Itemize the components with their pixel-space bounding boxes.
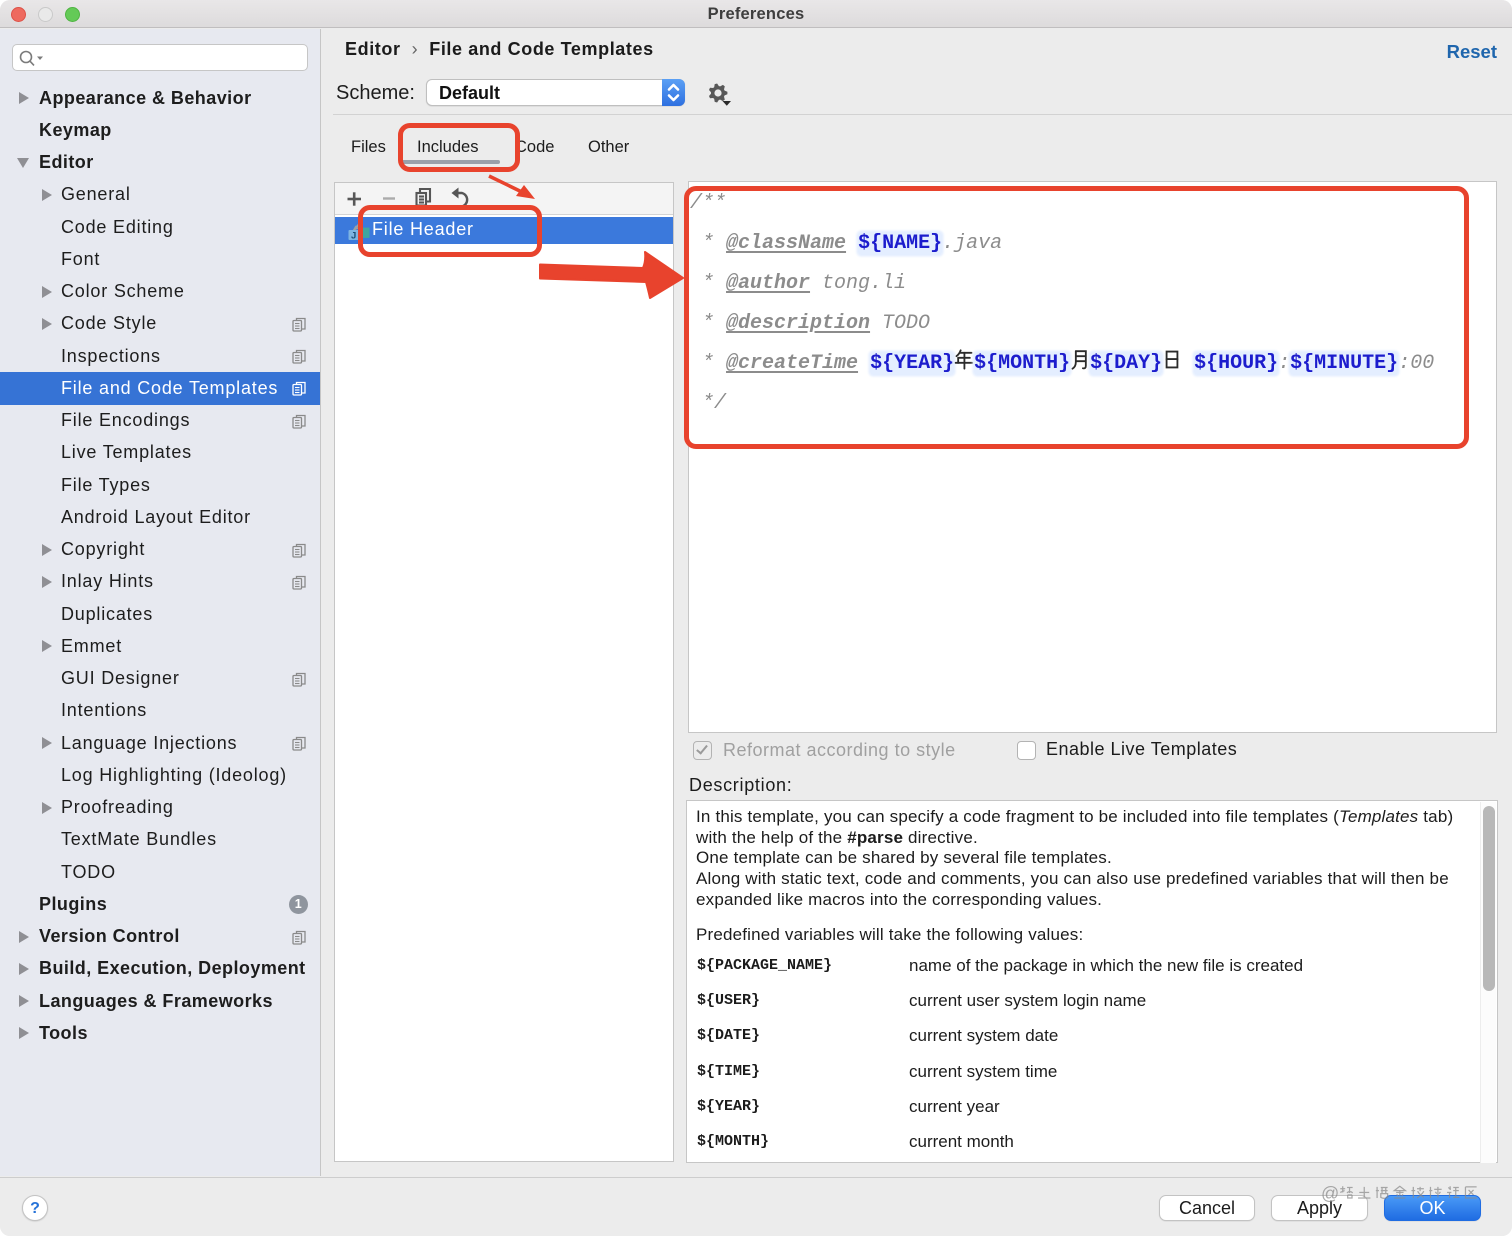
svg-text:J: J bbox=[351, 231, 356, 241]
svg-text:@: @ bbox=[1321, 1184, 1339, 1204]
